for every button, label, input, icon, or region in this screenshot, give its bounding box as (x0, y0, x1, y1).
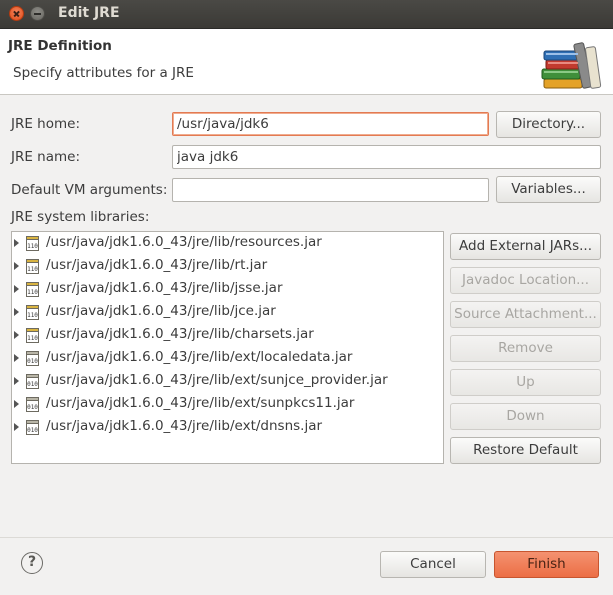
library-row[interactable]: 010/usr/java/jdk1.6.0_43/jre/lib/ext/dns… (12, 416, 443, 439)
vm-arguments-field[interactable] (172, 178, 489, 202)
jre-home-label: JRE home: (11, 116, 81, 132)
vm-arguments-label: Default VM arguments: (11, 182, 168, 198)
help-icon[interactable]: ? (21, 552, 43, 574)
title-bar: Edit JRE (0, 0, 613, 29)
svg-text:010: 010 (27, 404, 38, 411)
expand-arrow-icon[interactable] (14, 331, 19, 339)
header-subtitle: Specify attributes for a JRE (13, 65, 194, 81)
expand-arrow-icon[interactable] (14, 354, 19, 362)
close-window-icon[interactable] (9, 6, 24, 21)
books-icon (541, 42, 602, 89)
expand-arrow-icon[interactable] (14, 377, 19, 385)
svg-text:110: 110 (27, 312, 38, 319)
finish-button[interactable]: Finish (494, 551, 599, 578)
minimize-window-icon[interactable] (30, 6, 45, 21)
system-libraries-tree[interactable]: 110/usr/java/jdk1.6.0_43/jre/lib/resourc… (11, 231, 444, 464)
library-row[interactable]: 010/usr/java/jdk1.6.0_43/jre/lib/ext/sun… (12, 370, 443, 393)
jar-library-icon: 110 (26, 236, 39, 251)
source-attachment-button[interactable]: Source Attachment... (450, 301, 601, 328)
library-row[interactable]: 110/usr/java/jdk1.6.0_43/jre/lib/jsse.ja… (12, 278, 443, 301)
expand-arrow-icon[interactable] (14, 262, 19, 270)
jre-name-label: JRE name: (11, 149, 81, 165)
library-row[interactable]: 010/usr/java/jdk1.6.0_43/jre/lib/ext/sun… (12, 393, 443, 416)
library-row[interactable]: 110/usr/java/jdk1.6.0_43/jre/lib/rt.jar (12, 255, 443, 278)
jre-name-field[interactable] (172, 145, 601, 169)
expand-arrow-icon[interactable] (14, 400, 19, 408)
library-path: /usr/java/jdk1.6.0_43/jre/lib/charsets.j… (46, 326, 314, 342)
system-libraries-label: JRE system libraries: (11, 209, 150, 225)
svg-text:010: 010 (27, 381, 38, 388)
dialog-header: JRE Definition Specify attributes for a … (0, 29, 613, 95)
variables-button[interactable]: Variables... (496, 176, 601, 203)
jar-library-icon: 110 (26, 305, 39, 320)
svg-text:110: 110 (27, 335, 38, 342)
header-title: JRE Definition (8, 38, 112, 54)
svg-text:010: 010 (27, 427, 38, 434)
svg-text:010: 010 (27, 358, 38, 365)
expand-arrow-icon[interactable] (14, 285, 19, 293)
expand-arrow-icon[interactable] (14, 308, 19, 316)
jar-library-icon: 110 (26, 328, 39, 343)
library-path: /usr/java/jdk1.6.0_43/jre/lib/ext/sunjce… (46, 372, 388, 388)
library-path: /usr/java/jdk1.6.0_43/jre/lib/resources.… (46, 234, 322, 250)
library-row[interactable]: 110/usr/java/jdk1.6.0_43/jre/lib/resourc… (12, 232, 443, 255)
library-row[interactable]: 110/usr/java/jdk1.6.0_43/jre/lib/jce.jar (12, 301, 443, 324)
jar-binary-icon: 010 (26, 374, 39, 389)
footer-divider (0, 537, 613, 538)
expand-arrow-icon[interactable] (14, 239, 19, 247)
add-external-jars-button[interactable]: Add External JARs... (450, 233, 601, 260)
svg-text:110: 110 (27, 266, 38, 273)
expand-arrow-icon[interactable] (14, 423, 19, 431)
library-path: /usr/java/jdk1.6.0_43/jre/lib/ext/dnsns.… (46, 418, 323, 434)
javadoc-location-button[interactable]: Javadoc Location... (450, 267, 601, 294)
library-path: /usr/java/jdk1.6.0_43/jre/lib/ext/locale… (46, 349, 353, 365)
down-button[interactable]: Down (450, 403, 601, 430)
library-row[interactable]: 010/usr/java/jdk1.6.0_43/jre/lib/ext/loc… (12, 347, 443, 370)
jar-binary-icon: 010 (26, 397, 39, 412)
remove-button[interactable]: Remove (450, 335, 601, 362)
restore-default-button[interactable]: Restore Default (450, 437, 601, 464)
jar-binary-icon: 010 (26, 420, 39, 435)
directory-button[interactable]: Directory... (496, 111, 601, 138)
svg-text:110: 110 (27, 289, 38, 296)
cancel-button[interactable]: Cancel (380, 551, 486, 578)
library-path: /usr/java/jdk1.6.0_43/jre/lib/ext/sunpkc… (46, 395, 355, 411)
jar-binary-icon: 010 (26, 351, 39, 366)
up-button[interactable]: Up (450, 369, 601, 396)
jar-library-icon: 110 (26, 259, 39, 274)
window-title: Edit JRE (58, 5, 120, 21)
jar-library-icon: 110 (26, 282, 39, 297)
jre-home-field[interactable] (172, 112, 489, 136)
library-path: /usr/java/jdk1.6.0_43/jre/lib/jce.jar (46, 303, 276, 319)
library-path: /usr/java/jdk1.6.0_43/jre/lib/rt.jar (46, 257, 268, 273)
library-row[interactable]: 110/usr/java/jdk1.6.0_43/jre/lib/charset… (12, 324, 443, 347)
library-path: /usr/java/jdk1.6.0_43/jre/lib/jsse.jar (46, 280, 283, 296)
svg-text:110: 110 (27, 243, 38, 250)
